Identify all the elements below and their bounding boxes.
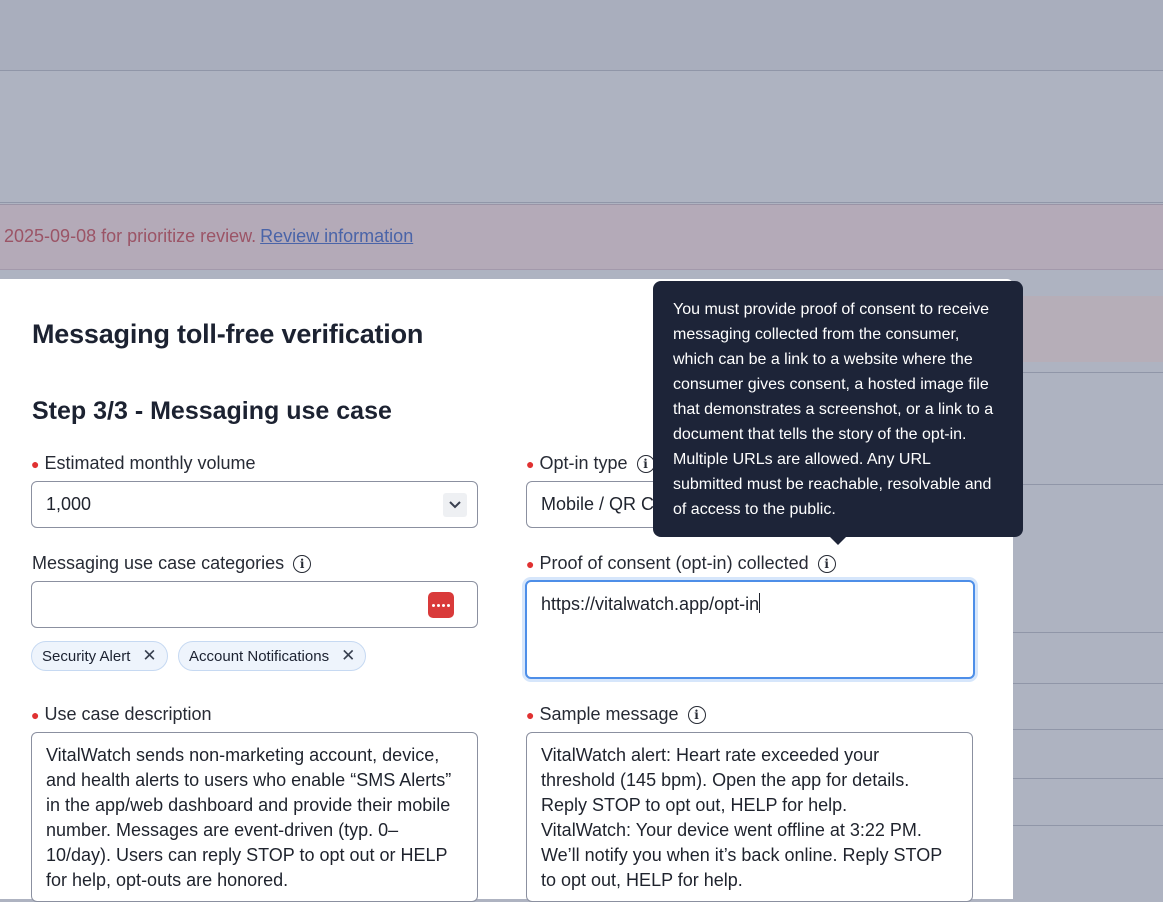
opt-in-type-label-text: Opt-in type: [539, 453, 628, 473]
use-case-description-label: ● Use case description: [31, 704, 212, 725]
close-icon[interactable]: ✕: [142, 646, 156, 666]
tooltip-arrow: [829, 536, 847, 545]
background-row-divider: [1013, 484, 1163, 485]
tag-label: Security Alert: [42, 647, 131, 665]
required-marker: ●: [31, 455, 40, 472]
proof-of-consent-label: ● Proof of consent (opt-in) collected i: [526, 553, 836, 574]
modal-title: Messaging toll-free verification: [32, 319, 424, 349]
dots-icon[interactable]: [428, 592, 454, 618]
sample-message-textarea[interactable]: VitalWatch alert: Heart rate exceeded yo…: [526, 732, 973, 902]
background-banner-message: by 2025-09-08 for prioritize review. Revi…: [0, 226, 413, 247]
required-marker: ●: [526, 555, 535, 572]
background-row-divider: [1013, 825, 1163, 826]
category-tag: Security Alert ✕: [31, 641, 168, 671]
required-marker: ●: [526, 706, 535, 723]
background-row-divider: [1013, 632, 1163, 633]
categories-label-text: Messaging use case categories: [32, 553, 285, 573]
categories-label: Messaging use case categories i: [32, 553, 312, 574]
tooltip-text: You must provide proof of consent to rec…: [673, 301, 994, 518]
text-caret: [759, 593, 761, 613]
background-panel: [1013, 296, 1163, 362]
info-icon[interactable]: i: [817, 554, 836, 573]
monthly-volume-select[interactable]: 1,000: [31, 481, 478, 528]
opt-in-type-label: ● Opt-in type i: [526, 453, 655, 474]
background-row-divider: [1013, 778, 1163, 779]
proof-of-consent-label-text: Proof of consent (opt-in) collected: [539, 553, 809, 573]
tag-label: Account Notifications: [189, 647, 330, 665]
close-icon[interactable]: ✕: [341, 646, 355, 666]
proof-of-consent-textarea[interactable]: https://vitalwatch.app/opt-in: [525, 580, 975, 679]
use-case-description-textarea[interactable]: VitalWatch sends non-marketing account, …: [31, 732, 478, 902]
proof-of-consent-value: https://vitalwatch.app/opt-in: [541, 594, 760, 614]
background-divider: [0, 70, 1163, 71]
monthly-volume-value: 1,000: [46, 494, 92, 514]
background-top-bar: [0, 0, 1163, 70]
banner-text: by 2025-09-08 for prioritize review.: [0, 226, 257, 246]
monthly-volume-label: ● Estimated monthly volume: [31, 453, 256, 474]
review-information-link[interactable]: Review information: [260, 226, 413, 246]
step-title: Step 3/3 - Messaging use case: [32, 397, 392, 425]
info-icon[interactable]: i: [636, 454, 655, 473]
background-row-divider: [1013, 729, 1163, 730]
info-icon[interactable]: i: [687, 705, 706, 724]
use-case-description-label-text: Use case description: [44, 704, 212, 724]
background-row-divider: [1013, 372, 1163, 373]
background-divider: [0, 202, 1163, 203]
categories-input[interactable]: [31, 581, 478, 628]
monthly-volume-label-text: Estimated monthly volume: [44, 453, 256, 473]
proof-of-consent-tooltip: You must provide proof of consent to rec…: [653, 281, 1023, 537]
category-tag: Account Notifications ✕: [178, 641, 367, 671]
sample-message-label: ● Sample message i: [526, 704, 706, 725]
required-marker: ●: [526, 455, 535, 472]
info-icon[interactable]: i: [293, 554, 312, 573]
required-marker: ●: [31, 706, 40, 723]
background-row-divider: [1013, 683, 1163, 684]
chevron-down-icon[interactable]: [443, 493, 467, 517]
sample-message-label-text: Sample message: [539, 704, 679, 724]
